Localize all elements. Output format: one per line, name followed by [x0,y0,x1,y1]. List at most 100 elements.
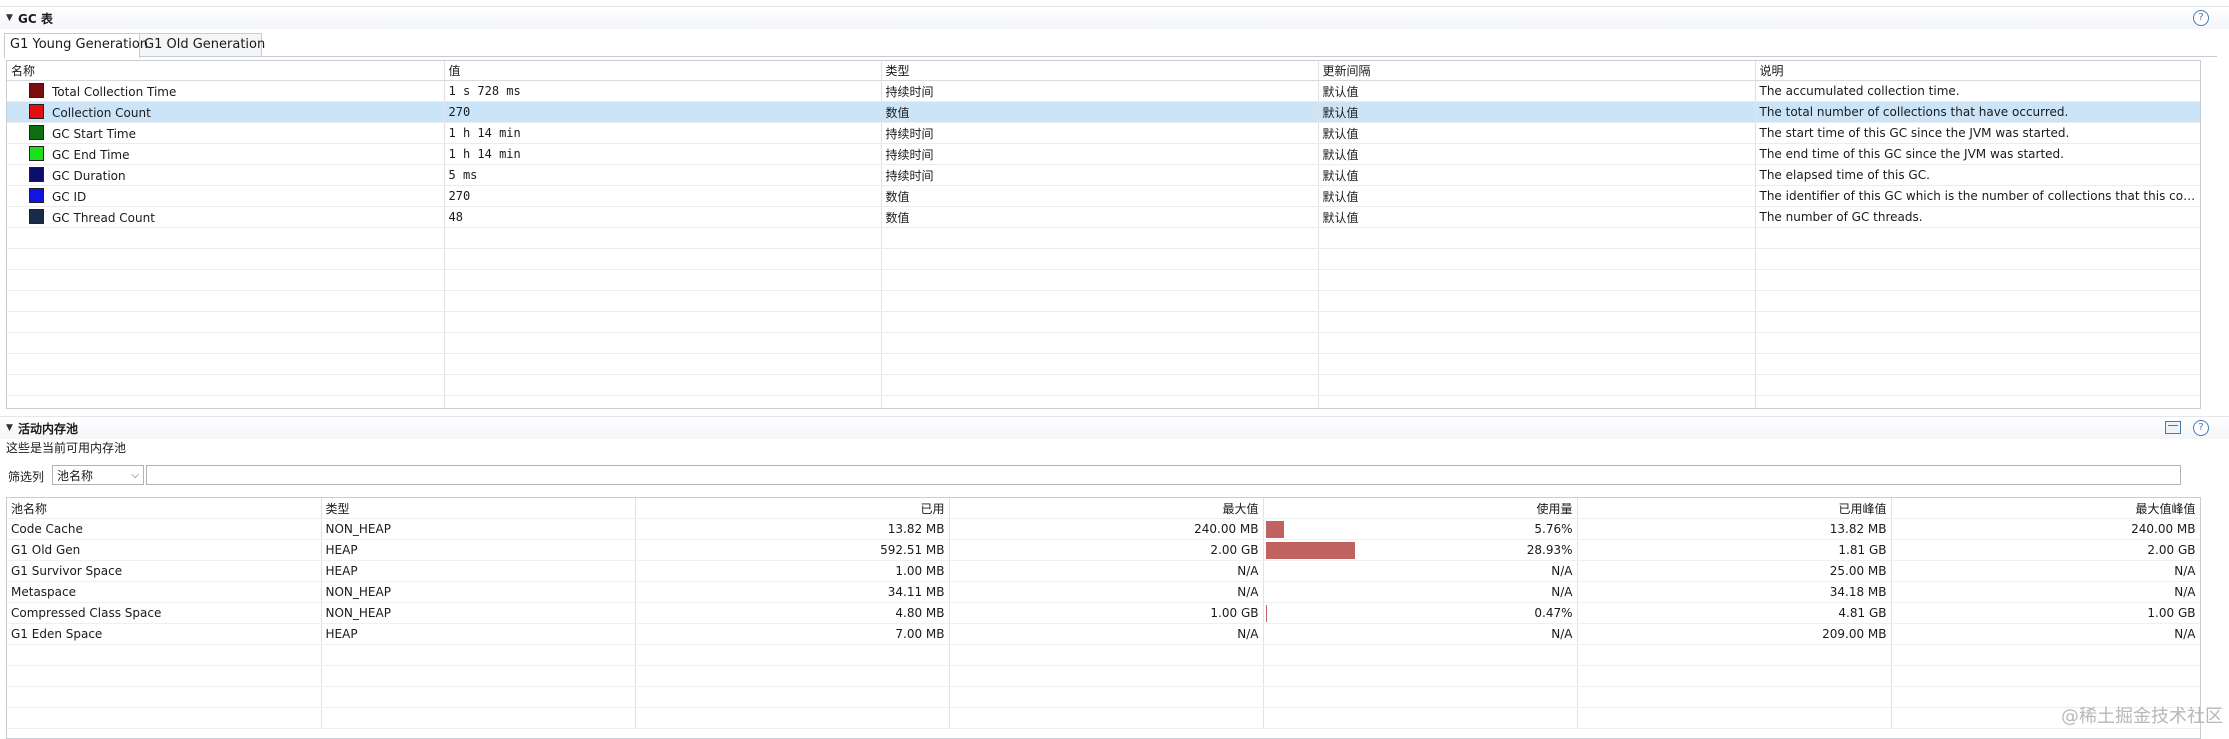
empty-cell [1263,644,1578,666]
table-view-icon[interactable] [2165,421,2181,434]
series-color-swatch[interactable] [29,146,44,161]
pool-used: 4.80 MB [635,602,950,624]
column-header-name[interactable]: 名称 [7,61,445,81]
table-row[interactable] [7,332,2200,354]
usage-bar [1265,605,1267,622]
collapse-triangle-icon[interactable]: ▼ [6,13,13,23]
gc-metric-value: 1 s 728 ms [444,80,882,102]
gc-metric-interval[interactable]: 默认值 [1318,185,1756,207]
column-header-used[interactable]: 已用 [635,498,950,519]
pool-section-header[interactable]: ▼ 活动内存池 ? [0,416,2229,439]
empty-cell [1755,374,2200,396]
empty-cell [7,395,445,408]
gc-metric-interval[interactable]: 默认值 [1318,206,1756,228]
empty-cell [881,227,1319,249]
gc-metric-interval[interactable]: 默认值 [1318,122,1756,144]
table-row[interactable] [7,248,2200,270]
column-header-peak-max[interactable]: 最大值峰值 [1891,498,2200,519]
table-row[interactable]: GC ID 270 数值 默认值 The identifier of this GC w… [7,185,2200,207]
column-header-interval[interactable]: 更新间隔 [1318,61,1756,81]
gc-metric-description: The number of GC threads. [1755,206,2200,228]
table-row[interactable]: G1 Survivor Space HEAP 1.00 MB N/A N/A 25.00 … [7,560,2200,582]
pool-max: N/A [949,560,1264,582]
tab-g1-young-generation[interactable]: G1 Young Generation [4,33,148,58]
column-header-type[interactable]: 类型 [881,61,1319,81]
gc-metric-value: 1 h 14 min [444,143,882,165]
table-row[interactable]: Metaspace NON_HEAP 34.11 MB N/A N/A 34.18 MB N… [7,581,2200,603]
series-color-swatch[interactable] [29,83,44,98]
pool-usage: 0.47% [1534,606,1573,620]
column-header-pool-name[interactable]: 池名称 [7,498,322,519]
gc-metric-type: 数值 [881,185,1319,207]
empty-cell [635,707,950,729]
empty-cell [1318,290,1756,312]
column-header-peak-used[interactable]: 已用峰值 [1577,498,1892,519]
table-row[interactable] [7,395,2200,408]
pool-max: N/A [949,623,1264,645]
table-row[interactable] [7,269,2200,291]
table-row[interactable]: Total Collection Time 1 s 728 ms 持续时间 默认值 Th… [7,80,2200,102]
column-header-description[interactable]: 说明 [1755,61,2200,81]
series-color-swatch[interactable] [29,125,44,140]
empty-cell [7,290,445,312]
gc-section-header[interactable]: ▼ GC 表 ? [0,6,2229,29]
table-row[interactable]: G1 Eden Space HEAP 7.00 MB N/A N/A 209.00 MB N… [7,623,2200,645]
collapse-triangle-icon[interactable]: ▼ [6,423,13,433]
table-row[interactable]: GC Thread Count 48 数值 默认值 The number of GC t… [7,206,2200,228]
gc-metric-type: 持续时间 [881,80,1319,102]
table-row[interactable]: GC Duration 5 ms 持续时间 默认值 The elapsed time o… [7,164,2200,186]
empty-cell [881,248,1319,270]
pool-type: HEAP [321,623,636,645]
series-color-swatch[interactable] [29,188,44,203]
table-row[interactable] [7,311,2200,333]
gc-metric-interval[interactable]: 默认值 [1318,143,1756,165]
help-icon[interactable]: ? [2193,10,2209,26]
table-row[interactable] [7,707,2200,729]
column-header-pool-type[interactable]: 类型 [321,498,636,519]
series-color-swatch[interactable] [29,209,44,224]
gc-metric-interval[interactable]: 默认值 [1318,80,1756,102]
table-row[interactable]: GC Start Time 1 h 14 min 持续时间 默认值 The start … [7,122,2200,144]
pool-used: 1.00 MB [635,560,950,582]
table-row[interactable] [7,353,2200,375]
series-color-swatch[interactable] [29,167,44,182]
pool-type: NON_HEAP [321,602,636,624]
gc-metric-interval[interactable]: 默认值 [1318,164,1756,186]
empty-cell [1577,707,1892,729]
table-row[interactable]: G1 Old Gen HEAP 592.51 MB 2.00 GB 28.93% 1.81… [7,539,2200,561]
gc-metric-type: 持续时间 [881,143,1319,165]
table-row[interactable]: Collection Count 270 数值 默认值 The total number… [7,101,2200,123]
gc-metric-interval[interactable]: 默认值 [1318,101,1756,123]
table-row[interactable] [7,227,2200,249]
table-row[interactable]: GC End Time 1 h 14 min 持续时间 默认值 The end time… [7,143,2200,165]
table-row[interactable] [7,290,2200,312]
table-row[interactable] [7,374,2200,396]
pool-usage-cell: 5.76% [1263,518,1578,540]
filter-input[interactable] [146,465,2181,485]
empty-cell [881,395,1319,408]
column-header-usage[interactable]: 使用量 [1263,498,1578,519]
pool-max: 2.00 GB [949,539,1264,561]
column-header-max[interactable]: 最大值 [949,498,1264,519]
pool-usage-cell: 0.47% [1263,602,1578,624]
tab-g1-old-generation[interactable]: G1 Old Generation [138,33,265,57]
help-icon[interactable]: ? [2193,420,2209,436]
gc-table[interactable]: 名称 值 类型 更新间隔 说明 Total Collection Time 1 s… [6,60,2201,409]
pool-type: HEAP [321,539,636,561]
empty-cell [444,269,882,291]
empty-cell [321,707,636,729]
table-row[interactable] [7,665,2200,687]
filter-column-select[interactable]: 池名称 ⌵ [52,465,144,485]
gc-metric-name: GC End Time [52,148,130,162]
gc-metric-value: 5 ms [444,164,882,186]
empty-cell [949,686,1264,708]
empty-cell [1318,395,1756,408]
table-row[interactable]: Code Cache NON_HEAP 13.82 MB 240.00 MB 5.76%… [7,518,2200,540]
table-row[interactable] [7,644,2200,666]
table-row[interactable]: Compressed Class Space NON_HEAP 4.80 MB 1.0… [7,602,2200,624]
table-row[interactable] [7,686,2200,708]
gc-metric-type: 持续时间 [881,164,1319,186]
column-header-value[interactable]: 值 [444,61,882,81]
series-color-swatch[interactable] [29,104,44,119]
pool-table[interactable]: 池名称 类型 已用 最大值 使用量 已用峰值 最大值峰值 Code Cache N… [6,497,2201,739]
